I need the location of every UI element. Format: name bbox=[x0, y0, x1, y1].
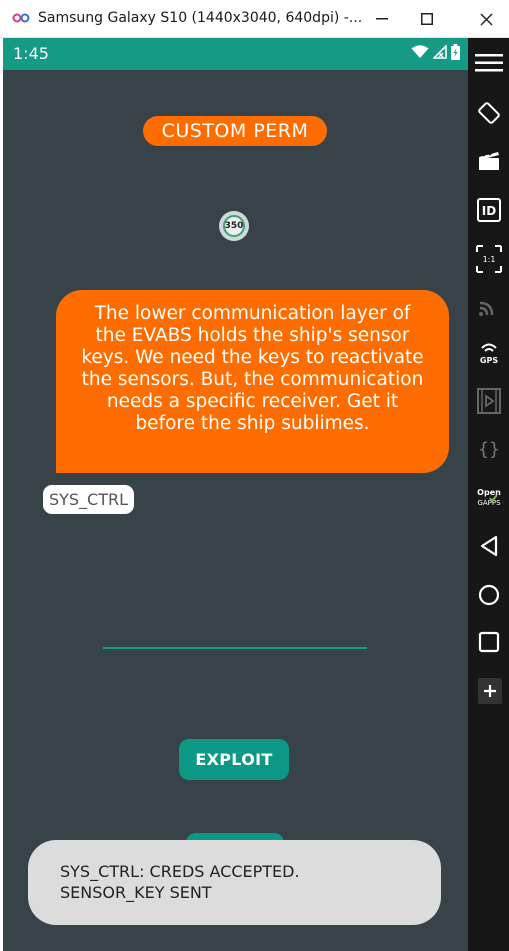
plus-icon[interactable] bbox=[478, 678, 502, 704]
opengapps-icon[interactable]: Open GAPPS bbox=[468, 484, 509, 512]
toast-line-1: SYS_CTRL: CREDS ACCEPTED. bbox=[60, 862, 300, 881]
emulator-toolbar: ID 1:1 GPS {} Open GAPPS bbox=[468, 38, 509, 951]
maximize-icon[interactable] bbox=[412, 6, 442, 32]
battery-icon bbox=[451, 44, 460, 60]
back-icon[interactable] bbox=[468, 532, 509, 560]
svg-text:{}: {} bbox=[478, 439, 500, 460]
code-icon[interactable]: {} bbox=[468, 434, 509, 464]
phone-screen: 1:45 CUSTOM PERM 350 The lower communica… bbox=[3, 38, 468, 951]
toast-line-2: SENSOR_KEY SENT bbox=[60, 883, 212, 902]
challenge-description: The lower communication layer of the EVA… bbox=[56, 290, 449, 473]
points-badge: 350 bbox=[219, 211, 249, 241]
page-title: CUSTOM PERM bbox=[143, 116, 327, 146]
exploit-button[interactable]: EXPLOIT bbox=[179, 739, 289, 780]
home-icon[interactable] bbox=[468, 581, 509, 609]
status-time: 1:45 bbox=[13, 44, 49, 63]
signal-icon bbox=[433, 45, 447, 59]
overview-icon[interactable] bbox=[468, 628, 509, 656]
answer-input[interactable] bbox=[103, 647, 367, 649]
toast-message: SYS_CTRL: CREDS ACCEPTED. SENSOR_KEY SEN… bbox=[28, 840, 441, 925]
svg-text:GPS: GPS bbox=[479, 356, 497, 365]
record-icon[interactable] bbox=[468, 386, 509, 416]
points-value: 350 bbox=[224, 221, 244, 231]
screenshot-icon[interactable] bbox=[468, 146, 509, 176]
gps-icon[interactable]: GPS bbox=[468, 338, 509, 368]
svg-text:ID: ID bbox=[481, 204, 495, 218]
resize-icon[interactable]: 1:1 bbox=[468, 243, 509, 275]
window-titlebar: Samsung Galaxy S10 (1440x3040, 640dpi) -… bbox=[0, 0, 509, 38]
emulator-logo-icon bbox=[12, 13, 30, 23]
sys-ctrl-chip: SYS_CTRL bbox=[43, 485, 134, 514]
window-title: Samsung Galaxy S10 (1440x3040, 640dpi) -… bbox=[38, 10, 363, 26]
close-icon[interactable] bbox=[471, 6, 501, 32]
svg-text:1:1: 1:1 bbox=[482, 255, 495, 264]
rotate-icon[interactable] bbox=[468, 98, 509, 128]
svg-text:GAPPS: GAPPS bbox=[477, 499, 501, 507]
cast-icon[interactable] bbox=[468, 292, 509, 320]
status-bar: 1:45 bbox=[3, 38, 468, 70]
menu-icon[interactable] bbox=[468, 48, 509, 78]
id-icon[interactable]: ID bbox=[468, 195, 509, 225]
wifi-icon bbox=[411, 45, 429, 58]
minimize-icon[interactable] bbox=[367, 6, 397, 32]
